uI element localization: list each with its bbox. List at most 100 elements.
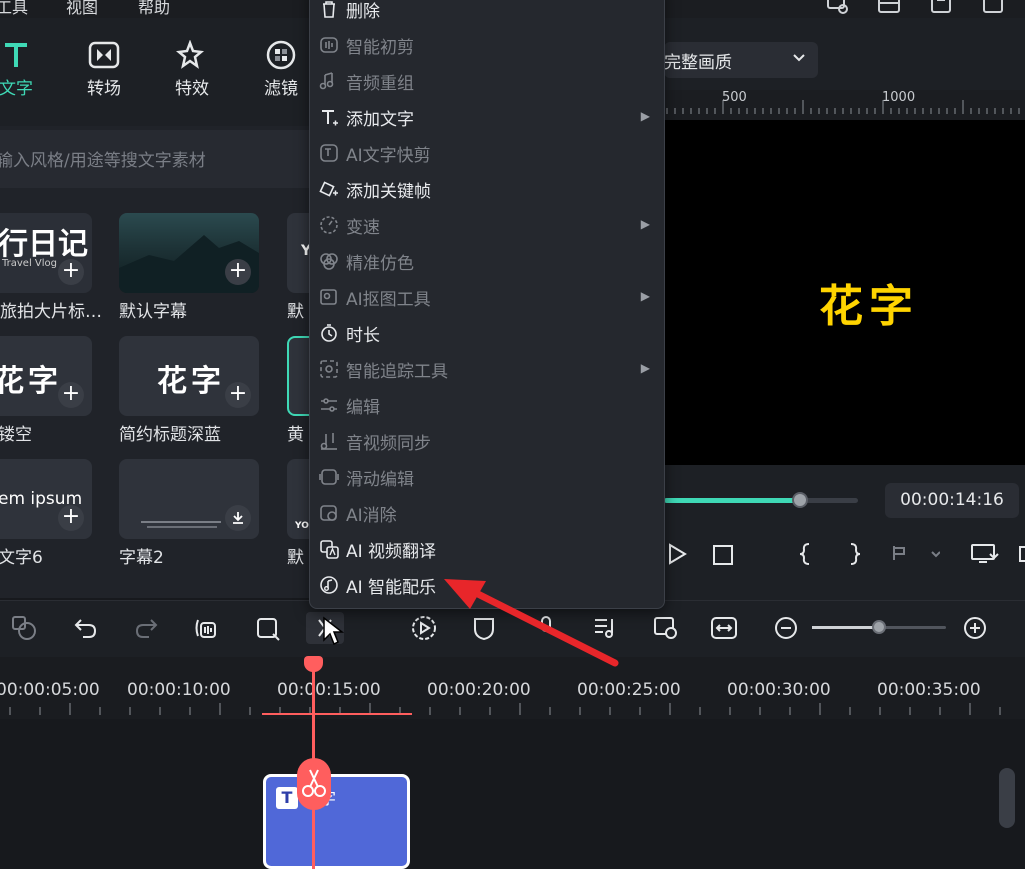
zoom-fill [812,626,879,629]
speed-ramp-icon[interactable] [410,614,438,642]
undo-icon[interactable] [72,614,100,642]
save-icon[interactable] [929,0,953,16]
menu-item-ai-cutout[interactable]: AI抠图工具 ▶ [318,279,658,315]
export-icon[interactable] [981,0,1005,16]
search-field[interactable]: 输入风格/用途等搜文字素材 [0,130,310,188]
quality-value: 完整画质 [664,53,732,73]
play-icon[interactable] [666,542,688,566]
fit-timeline-icon[interactable] [710,614,738,642]
tab-text[interactable]: 文字 [0,38,46,99]
mark-in-icon[interactable] [798,542,814,566]
zoom-slider[interactable] [812,620,946,634]
text-clip[interactable]: T 字 [263,774,410,869]
av-sync-icon [318,430,340,452]
tab-effects[interactable]: 特效 [162,38,222,99]
split-cursor[interactable] [297,758,331,810]
thumb-text: 行日记 [0,227,88,262]
menu-tools[interactable]: 工具 [0,0,28,18]
menu-item-label: 删除 [346,2,380,22]
menu-item-edit[interactable]: 编辑 [318,387,658,423]
menu-item-add-text[interactable]: 添加文字 ▶ [318,99,658,135]
menu-item-label: AI消除 [346,506,397,526]
thumb-text: 花字 [0,364,62,399]
ai-tools-icon[interactable] [10,614,38,642]
cloud-sync-icon[interactable] [825,0,849,16]
tab-transition[interactable]: 转场 [74,38,134,99]
add-icon[interactable]: + [58,505,84,531]
keyframe-icon [318,178,340,200]
quality-dropdown[interactable]: 完整画质 [664,42,818,78]
menu-item-label: AI抠图工具 [346,290,431,310]
menu-help[interactable]: 帮助 [138,0,170,18]
preview-canvas[interactable]: 花字 [664,120,1025,465]
stop-icon[interactable] [712,545,734,565]
playback-progress[interactable] [664,492,858,508]
audio-remix-icon [318,70,340,92]
canvas-title-text[interactable]: 花字 [819,270,919,334]
menu-item-label: 添加文字 [346,110,414,130]
color-match-icon [318,250,340,272]
add-icon[interactable]: + [225,382,251,408]
preview-ruler: 500 1000 [664,90,1025,120]
ruler-label: 500 [722,90,747,105]
card-thumbnail: em ipsum + [0,459,92,539]
snapshot-menu-icon[interactable] [890,542,940,566]
ai-erase-icon [318,502,340,524]
card-thumbnail: 花字 + [119,336,259,416]
trash-icon [318,0,340,20]
download-icon[interactable] [225,505,251,531]
menu-item-ai-erase[interactable]: AI消除 [318,495,658,531]
menu-item-speed[interactable]: 变速 ▶ [318,207,658,243]
menu-item-tracking[interactable]: 智能追踪工具 ▶ [318,351,658,387]
card-caption: 黄 [287,425,304,445]
window-controls [825,0,1005,16]
menu-item-smart-cut[interactable]: 智能初剪 [318,27,658,63]
tab-label: 文字 [0,79,33,99]
menu-item-label: 音频重组 [346,74,414,94]
timeline-scrollbar[interactable] [999,768,1015,828]
card-thumbnail: 行日记 Travel Vlog + [0,213,92,293]
fullscreen-icon[interactable] [1018,542,1025,566]
add-icon[interactable]: + [58,259,84,285]
redo-icon[interactable] [132,614,160,642]
layout-icon[interactable] [877,0,901,16]
card-thumbnail: 花字 + [0,336,92,416]
zoom-out-icon[interactable] [772,614,800,642]
menu-item-label: AI 视频翻译 [346,542,437,562]
menu-item-keyframe[interactable]: 添加关键帧 [318,171,658,207]
timecode-display: 00:00:14:16 [885,483,1019,518]
scissors-icon [302,769,326,797]
zoom-in-icon[interactable] [961,614,989,642]
clip-range-indicator [262,713,412,715]
menu-item-color-match[interactable]: 精准仿色 [318,243,658,279]
menu-item-label: AI 智能配乐 [346,578,437,598]
add-icon[interactable]: + [225,259,251,285]
search-placeholder: 输入风格/用途等搜文字素材 [0,151,206,171]
menu-item-label: 智能追踪工具 [346,362,448,382]
crop-icon[interactable] [254,614,282,642]
menu-item-trash[interactable]: 删除 [318,0,658,27]
progress-handle[interactable] [791,492,808,508]
text-clip-icon: T [276,787,298,809]
preview-settings-icon[interactable] [652,614,680,642]
submenu-arrow-icon: ▶ [640,289,650,303]
mouse-cursor-icon [323,616,344,646]
menu-item-duration[interactable]: 时长 [318,315,658,351]
audio-detect-icon[interactable] [192,614,220,642]
card-caption: 字幕2 [119,548,164,568]
menu-item-av-sync[interactable]: 音视频同步 [318,423,658,459]
add-icon[interactable]: + [58,382,84,408]
menu-item-ai-text-cut[interactable]: AI文字快剪 [318,135,658,171]
zoom-handle[interactable] [872,620,886,634]
menu-view[interactable]: 视图 [66,0,98,18]
menu-item-ai-translate[interactable]: AI 视频翻译 [318,531,658,567]
mark-out-icon[interactable] [846,542,862,566]
text-icon [0,38,46,72]
tab-label: 特效 [175,79,209,99]
tab-label: 滤镜 [264,79,298,99]
menu-item-slide-edit[interactable]: 滑动编辑 [318,459,658,495]
tab-filter[interactable]: 滤镜 [251,38,311,99]
card-caption: 简约标题深蓝 [119,425,221,445]
display-settings-icon[interactable] [970,542,1000,566]
menu-item-audio-remix[interactable]: 音频重组 [318,63,658,99]
